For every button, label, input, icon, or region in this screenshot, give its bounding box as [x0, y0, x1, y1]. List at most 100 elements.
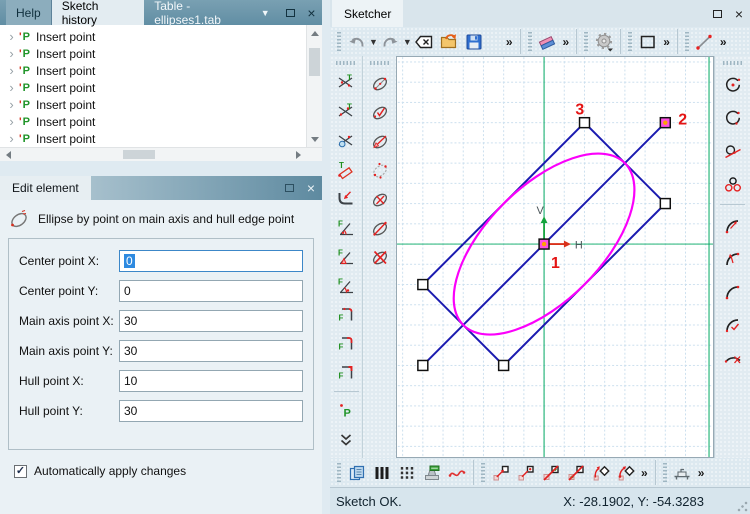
ell1-icon[interactable] — [367, 70, 392, 95]
handle-main-axis-selected[interactable] — [659, 116, 672, 129]
tree-row[interactable]: › 'P Insert point — [0, 113, 306, 130]
fcor3-icon[interactable] — [334, 360, 359, 385]
toolbar-overflow-button[interactable]: » — [560, 35, 573, 49]
ell2-icon[interactable] — [367, 99, 392, 124]
sqx2-icon[interactable] — [563, 460, 588, 485]
arc3-icon[interactable] — [720, 279, 745, 304]
close-icon[interactable]: × — [301, 0, 322, 25]
ell7-icon[interactable] — [367, 244, 392, 269]
handle-corner-bottom[interactable] — [497, 359, 510, 372]
toolbar-grip[interactable] — [628, 31, 633, 52]
toolbar-grip[interactable] — [481, 462, 485, 483]
scroll-thumb[interactable] — [309, 48, 320, 76]
expander-chevron-icon[interactable]: › — [4, 63, 19, 78]
toolbar-grip[interactable] — [662, 462, 667, 483]
tan1-icon[interactable] — [334, 70, 359, 95]
toolbar-grip[interactable] — [337, 31, 341, 52]
maximize-icon[interactable] — [280, 0, 301, 25]
stamp-icon[interactable] — [419, 460, 444, 485]
gear-icon[interactable] — [591, 29, 616, 54]
scroll-track[interactable] — [307, 40, 322, 132]
close-icon[interactable]: × — [300, 176, 322, 200]
tree-row[interactable]: › 'P Insert point — [0, 130, 306, 147]
scroll-right-icon[interactable] — [291, 148, 306, 161]
expander-chevron-icon[interactable]: › — [4, 46, 19, 61]
toolbar-overflow-button[interactable]: » — [695, 466, 708, 480]
spline-icon[interactable] — [444, 460, 469, 485]
horizontal-scrollbar[interactable] — [0, 147, 322, 161]
bars-icon[interactable] — [369, 460, 394, 485]
close-icon[interactable]: × — [728, 0, 750, 27]
undo-icon[interactable] — [344, 29, 369, 54]
panel-splitter[interactable] — [0, 161, 322, 176]
sqx1-icon[interactable] — [538, 460, 563, 485]
maximize-icon[interactable] — [706, 0, 728, 27]
toolbar-grip[interactable] — [337, 462, 341, 483]
auto-apply-checkbox[interactable]: ✓ — [14, 464, 27, 478]
toolbar-grip[interactable] — [336, 61, 356, 65]
handle-hull-point[interactable] — [578, 116, 591, 129]
scroll-up-icon[interactable] — [307, 25, 322, 40]
fang3-icon[interactable] — [334, 273, 359, 298]
tree-row[interactable]: › 'P Insert point — [0, 45, 306, 62]
dropdown-caret-icon[interactable]: ▼ — [403, 37, 412, 47]
expander-chevron-icon[interactable]: › — [4, 80, 19, 95]
rot1-icon[interactable] — [588, 460, 613, 485]
open-icon[interactable] — [437, 29, 462, 54]
scroll-down-icon[interactable] — [307, 132, 322, 147]
expander-chevron-icon[interactable]: › — [4, 97, 19, 112]
rect-icon[interactable] — [635, 29, 660, 54]
tree-row[interactable]: › 'P Insert point — [0, 79, 306, 96]
redo-icon[interactable] — [378, 29, 403, 54]
arc4-icon[interactable] — [720, 312, 745, 337]
center-point-x-input[interactable]: 0 — [119, 249, 303, 272]
center-point-y-input[interactable] — [119, 279, 303, 302]
scroll-track[interactable] — [15, 148, 291, 161]
toolbar-overflow-button[interactable]: » — [638, 466, 651, 480]
scroll-thumb[interactable] — [123, 150, 155, 159]
tab-help[interactable]: Help — [6, 0, 52, 25]
tab-table[interactable]: Table - ellipses1.tab ▼ — [144, 0, 279, 27]
expander-chevron-icon[interactable]: › — [4, 114, 19, 129]
rot2-icon[interactable] — [613, 460, 638, 485]
ell5-icon[interactable] — [367, 186, 392, 211]
fang1-icon[interactable] — [334, 215, 359, 240]
hull-point-x-input[interactable] — [119, 369, 303, 392]
toolbar-overflow-button[interactable]: » — [503, 35, 516, 49]
bed-icon[interactable] — [670, 460, 695, 485]
eraser-icon[interactable] — [535, 29, 560, 54]
ell4-icon[interactable] — [367, 157, 392, 182]
main-axis-point-x-input[interactable] — [119, 309, 303, 332]
scroll-left-icon[interactable] — [0, 148, 15, 161]
toolbar-overflow-button[interactable]: » — [717, 35, 730, 49]
ccen-icon[interactable] — [720, 72, 745, 97]
tree-row[interactable]: › 'P Insert point — [0, 96, 306, 113]
panel-splitter-vertical[interactable] — [322, 0, 330, 514]
fcor2-icon[interactable] — [334, 331, 359, 356]
toolbar-grip[interactable] — [722, 61, 743, 65]
expander-chevron-icon[interactable]: › — [4, 29, 19, 44]
toolbar-grip[interactable] — [527, 31, 532, 52]
line-icon[interactable] — [692, 29, 717, 54]
more-icon[interactable] — [334, 427, 359, 452]
c3-icon[interactable] — [720, 171, 745, 196]
resize-grip[interactable] — [737, 501, 748, 512]
pages-icon[interactable] — [344, 460, 369, 485]
tree-row[interactable]: › 'P Insert point — [0, 62, 306, 79]
arc1-icon[interactable] — [720, 213, 745, 238]
tab-sketcher[interactable]: Sketcher — [332, 0, 404, 27]
handle-axis-end[interactable] — [417, 359, 429, 372]
vertical-scrollbar[interactable] — [306, 25, 322, 147]
circ-icon[interactable] — [720, 105, 745, 130]
point-icon[interactable] — [334, 398, 359, 423]
toolbar-grip[interactable] — [684, 31, 689, 52]
chevron-down-icon[interactable]: ▼ — [261, 8, 270, 18]
tab-edit-element[interactable]: Edit element — [0, 176, 91, 200]
fang2-icon[interactable] — [334, 244, 359, 269]
tan2-icon[interactable] — [334, 99, 359, 124]
tab-sketch-history[interactable]: Sketch history — [51, 0, 145, 27]
save-icon[interactable] — [462, 29, 487, 54]
toolbar-grip[interactable] — [584, 31, 589, 52]
expander-chevron-icon[interactable]: › — [4, 131, 19, 146]
tanr-icon[interactable] — [334, 157, 359, 182]
